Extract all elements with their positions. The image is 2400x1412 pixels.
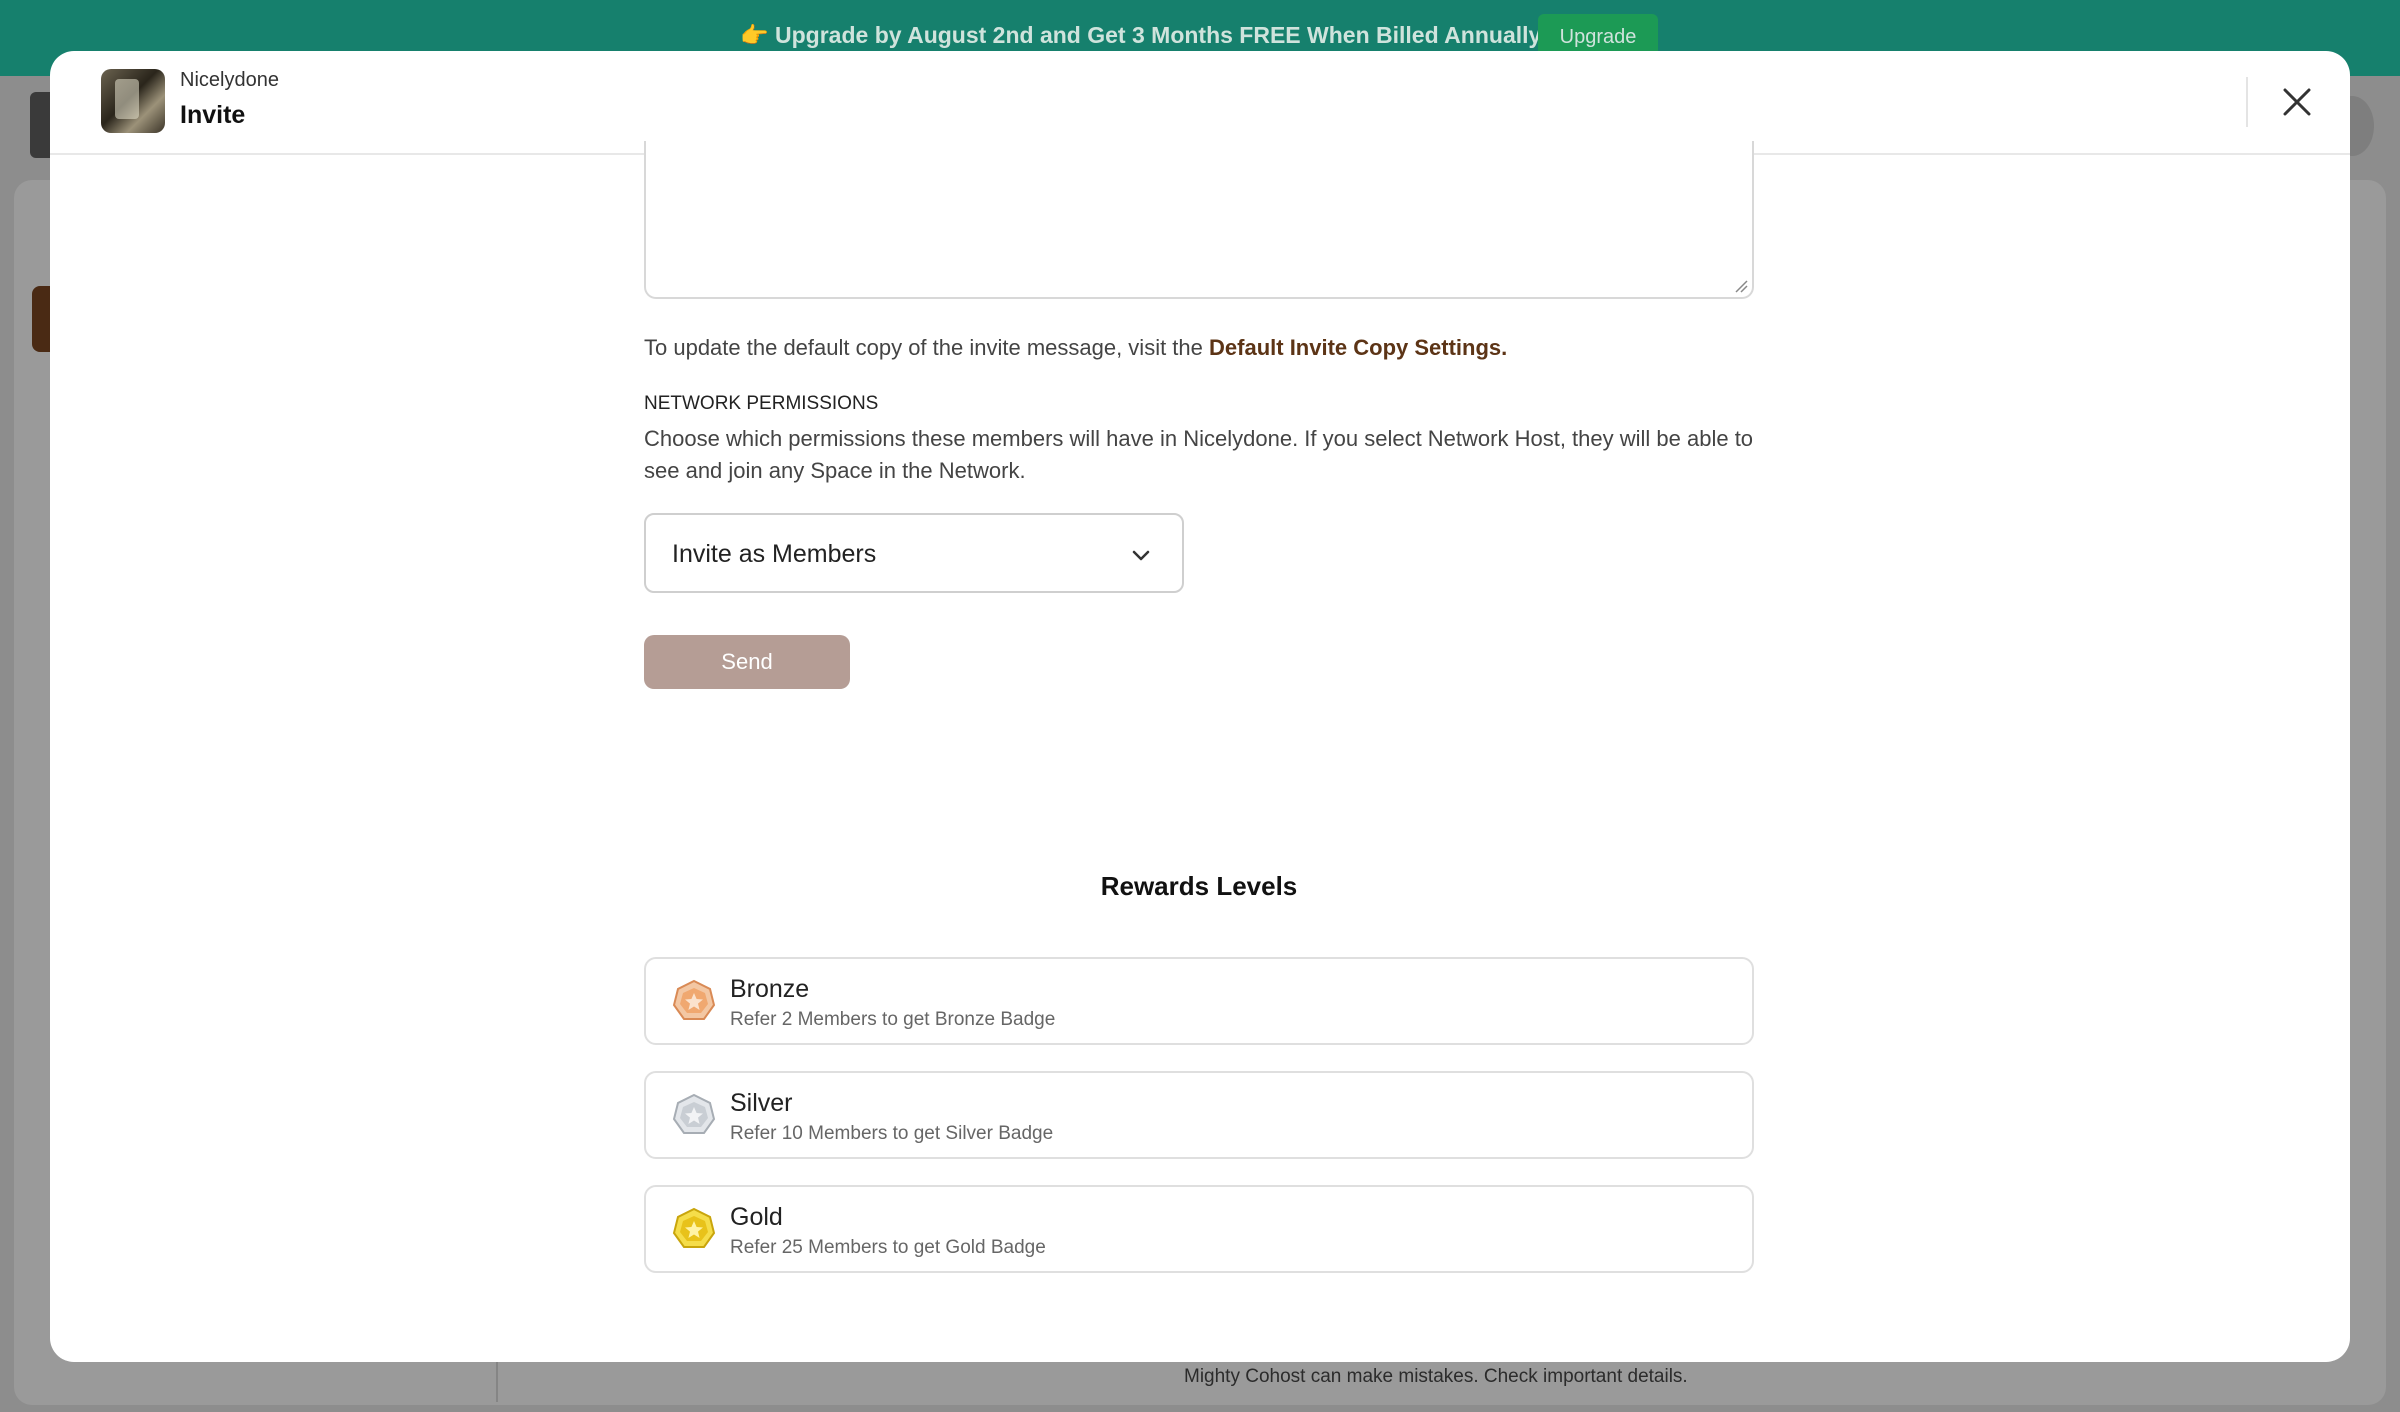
resize-handle-icon[interactable]	[1734, 279, 1748, 293]
reward-name: Silver	[730, 1089, 793, 1117]
reward-description: Refer 2 Members to get Bronze Badge	[730, 1009, 1056, 1030]
permission-select[interactable]: Invite as Members	[644, 513, 1184, 593]
modal-title: Invite	[180, 101, 246, 129]
app-avatar	[30, 92, 52, 158]
reward-name: Gold	[730, 1203, 783, 1231]
bronze-badge-icon	[672, 979, 716, 1020]
network-name: Nicelydone	[180, 69, 279, 91]
default-invite-copy-link[interactable]: Default Invite Copy Settings.	[1209, 335, 1507, 360]
reward-description: Refer 10 Members to get Silver Badge	[730, 1123, 1054, 1144]
invite-modal: Nicelydone Invite To update the default …	[50, 51, 2350, 1362]
app-sidebar-item	[32, 286, 50, 352]
permissions-heading: NETWORK PERMISSIONS	[644, 393, 879, 414]
chevron-down-icon	[1132, 550, 1150, 561]
reward-description: Refer 25 Members to get Gold Badge	[730, 1237, 1046, 1258]
permissions-description: Choose which permissions these members w…	[644, 426, 1754, 483]
ai-disclaimer: Mighty Cohost can make mistakes. Check i…	[1184, 1366, 1688, 1387]
invite-copy-hint: To update the default copy of the invite…	[644, 335, 1507, 361]
reward-card-gold: Gold Refer 25 Members to get Gold Badge	[644, 1185, 1754, 1273]
hint-text: To update the default copy of the invite…	[644, 335, 1210, 360]
gold-badge-icon	[672, 1207, 716, 1248]
rewards-heading: Rewards Levels	[1100, 871, 1298, 901]
header-divider	[2246, 77, 2248, 127]
reward-card-bronze: Bronze Refer 2 Members to get Bronze Bad…	[644, 957, 1754, 1045]
reward-card-silver: Silver Refer 10 Members to get Silver Ba…	[644, 1071, 1754, 1159]
network-logo	[101, 69, 165, 133]
upgrade-banner-text: 👉 Upgrade by August 2nd and Get 3 Months…	[740, 22, 1542, 48]
invite-message-textarea[interactable]	[644, 141, 1754, 299]
modal-header: Nicelydone Invite	[50, 51, 2350, 155]
send-button[interactable]: Send	[644, 635, 850, 689]
close-icon	[2283, 88, 2311, 116]
close-button[interactable]	[2272, 77, 2322, 127]
reward-name: Bronze	[730, 975, 810, 1003]
permission-select-value: Invite as Members	[672, 540, 877, 568]
silver-badge-icon	[672, 1093, 716, 1134]
